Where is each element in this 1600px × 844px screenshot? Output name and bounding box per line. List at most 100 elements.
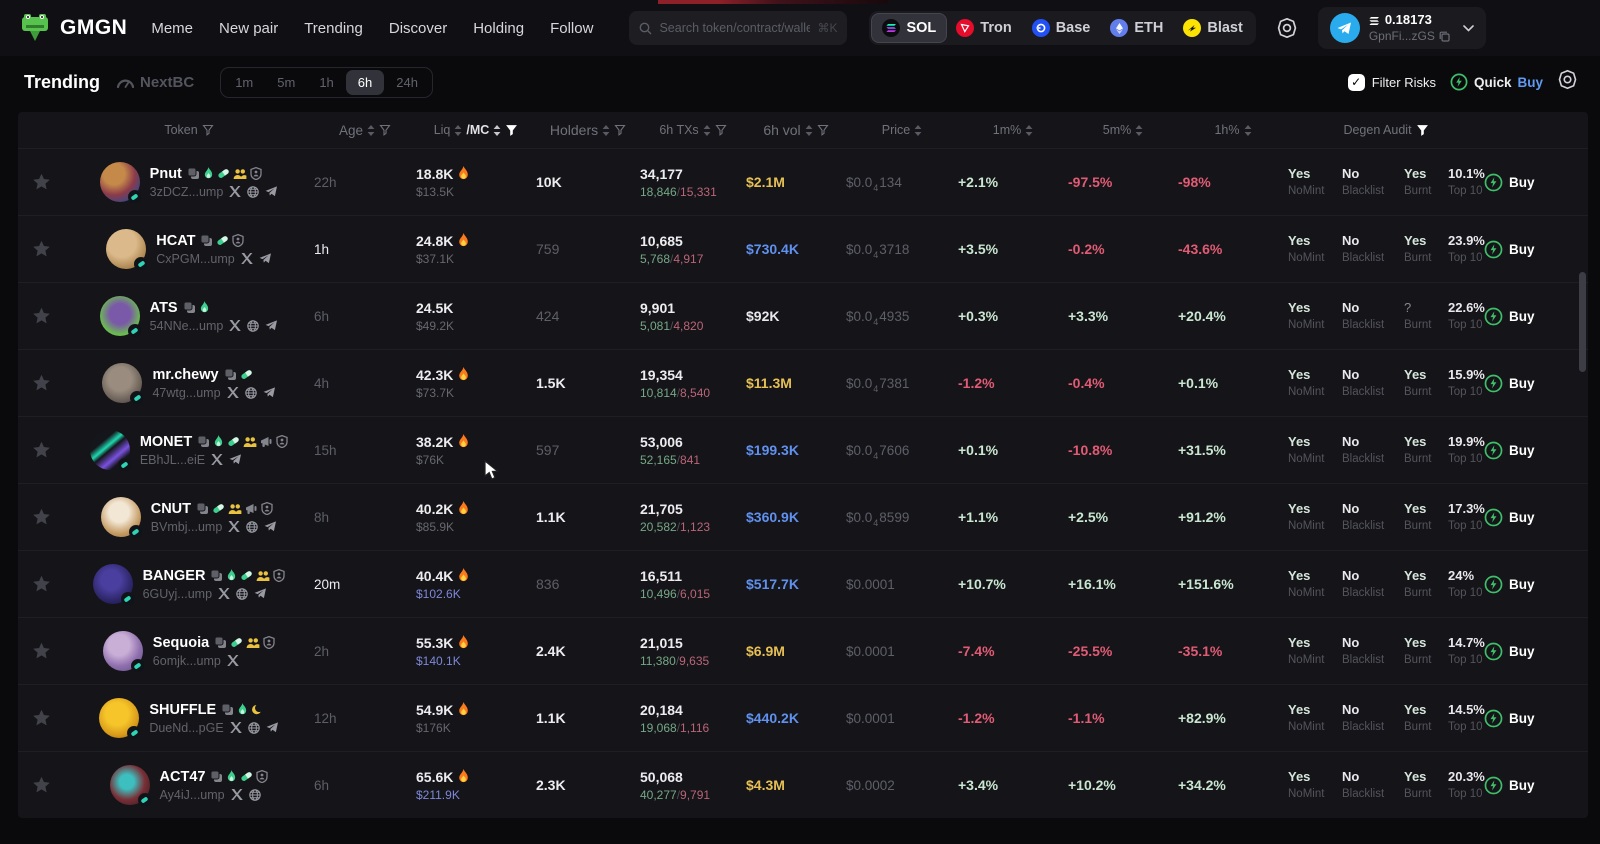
- x-icon[interactable]: [228, 521, 241, 532]
- telegram-icon[interactable]: [259, 253, 272, 264]
- globe-icon[interactable]: [247, 721, 260, 734]
- buy-button[interactable]: Buy: [1484, 776, 1535, 795]
- telegram-icon[interactable]: [229, 454, 242, 465]
- sort-icon[interactable]: [1135, 124, 1143, 136]
- favorite-star-icon[interactable]: [32, 709, 51, 727]
- token-name[interactable]: CNUT: [151, 501, 191, 517]
- sort-icon[interactable]: [367, 124, 375, 136]
- x-icon[interactable]: [230, 789, 243, 800]
- scrollbar-thumb[interactable]: [1579, 272, 1586, 372]
- favorite-star-icon[interactable]: [32, 374, 51, 392]
- token-avatar[interactable]: [106, 229, 149, 271]
- token-address[interactable]: 54NNe...ump: [150, 319, 224, 333]
- token-avatar[interactable]: [89, 430, 132, 472]
- gmgn-logo[interactable]: GMGN: [18, 13, 127, 43]
- filter-risks-toggle[interactable]: ✓ Filter Risks: [1347, 73, 1436, 91]
- telegram-icon[interactable]: [264, 521, 277, 532]
- nav-new-pair[interactable]: New pair: [219, 20, 278, 37]
- x-icon[interactable]: [240, 253, 253, 264]
- favorite-star-icon[interactable]: [32, 575, 51, 593]
- globe-icon[interactable]: [247, 185, 260, 198]
- buy-button[interactable]: Buy: [1484, 173, 1535, 192]
- time-1m[interactable]: 1m: [223, 70, 265, 95]
- chain-blast[interactable]: Blast: [1173, 14, 1252, 42]
- col-holders[interactable]: Holders: [536, 122, 640, 138]
- col-age[interactable]: Age: [314, 123, 416, 138]
- col-1h[interactable]: 1h%: [1178, 123, 1288, 137]
- col-5m[interactable]: 5m%: [1068, 123, 1178, 137]
- filter-funnel-icon[interactable]: [817, 124, 829, 136]
- sort-icon[interactable]: [703, 124, 711, 136]
- token-name[interactable]: MONET: [140, 434, 192, 450]
- token-address[interactable]: CxPGM...ump: [156, 252, 235, 266]
- x-icon[interactable]: [211, 454, 223, 465]
- filter-funnel-icon[interactable]: [715, 124, 727, 136]
- checkbox-checked-icon[interactable]: ✓: [1347, 73, 1365, 91]
- copy-address-icon[interactable]: [1439, 31, 1450, 42]
- sort-icon[interactable]: [805, 124, 813, 136]
- search-input[interactable]: Search token/contract/wallet ⌘K: [629, 11, 848, 45]
- token-avatar[interactable]: [109, 765, 152, 807]
- token-address[interactable]: BVmbj...ump: [151, 520, 223, 534]
- time-5m[interactable]: 5m: [265, 70, 307, 95]
- token-address[interactable]: 47wtg...ump: [152, 386, 220, 400]
- col-token[interactable]: Token: [64, 123, 314, 137]
- token-avatar[interactable]: [99, 698, 142, 740]
- sort-icon[interactable]: [914, 124, 922, 136]
- token-name[interactable]: HCAT: [156, 233, 195, 249]
- favorite-star-icon[interactable]: [32, 173, 51, 191]
- token-avatar[interactable]: [102, 363, 145, 405]
- sort-icon[interactable]: [454, 124, 462, 136]
- token-address[interactable]: Ay4iJ...ump: [160, 788, 225, 802]
- chevron-down-icon[interactable]: [1463, 21, 1474, 35]
- globe-icon[interactable]: [236, 587, 248, 600]
- buy-button[interactable]: Buy: [1484, 575, 1535, 594]
- favorite-star-icon[interactable]: [32, 642, 51, 660]
- token-avatar[interactable]: [99, 296, 142, 338]
- token-name[interactable]: Sequoia: [153, 635, 209, 651]
- x-icon[interactable]: [229, 320, 242, 331]
- quick-buy-button[interactable]: Quick Buy: [1450, 73, 1543, 91]
- filter-funnel-active-icon[interactable]: [505, 124, 518, 137]
- token-name[interactable]: BANGER: [143, 568, 206, 584]
- token-name[interactable]: SHUFFLE: [149, 702, 216, 718]
- filter-funnel-active-icon[interactable]: [1416, 124, 1429, 137]
- token-name[interactable]: Pnut: [150, 166, 182, 182]
- col-txs[interactable]: 6h TXs: [640, 123, 746, 137]
- token-address[interactable]: 6omjk...ump: [153, 654, 221, 668]
- buy-button[interactable]: Buy: [1484, 508, 1535, 527]
- token-avatar[interactable]: [100, 497, 143, 539]
- telegram-icon[interactable]: [265, 320, 278, 331]
- token-avatar[interactable]: [92, 564, 135, 606]
- telegram-icon[interactable]: [266, 722, 279, 733]
- scrollbar[interactable]: [1579, 272, 1586, 844]
- telegram-icon[interactable]: [265, 186, 278, 197]
- sort-icon[interactable]: [493, 124, 501, 136]
- sort-icon[interactable]: [1244, 124, 1252, 136]
- token-address[interactable]: EBhJL...eiE: [140, 453, 205, 467]
- favorite-star-icon[interactable]: [32, 307, 51, 325]
- token-address[interactable]: 3zDCZ...ump: [150, 185, 224, 199]
- buy-button[interactable]: Buy: [1484, 374, 1535, 393]
- chain-tron[interactable]: Tron: [946, 14, 1021, 42]
- wallet-widget[interactable]: 0.18173 GpnFi...zGS: [1317, 7, 1486, 49]
- filter-funnel-icon[interactable]: [379, 124, 391, 136]
- time-24h[interactable]: 24h: [384, 70, 430, 95]
- header-settings-button[interactable]: [1276, 17, 1298, 39]
- nav-holding[interactable]: Holding: [473, 20, 524, 37]
- x-icon[interactable]: [229, 722, 242, 733]
- time-1h[interactable]: 1h: [307, 70, 345, 95]
- quickbuy-settings-button[interactable]: [1557, 69, 1578, 95]
- token-address[interactable]: 6GUyj...ump: [143, 587, 212, 601]
- x-icon[interactable]: [229, 186, 242, 197]
- chain-eth[interactable]: ETH: [1100, 14, 1173, 42]
- nav-discover[interactable]: Discover: [389, 20, 447, 37]
- telegram-icon[interactable]: [254, 588, 267, 599]
- globe-icon[interactable]: [248, 788, 261, 801]
- token-avatar[interactable]: [102, 631, 145, 673]
- globe-icon[interactable]: [246, 520, 259, 533]
- nav-meme[interactable]: Meme: [151, 20, 193, 37]
- favorite-star-icon[interactable]: [32, 508, 51, 526]
- buy-button[interactable]: Buy: [1484, 642, 1535, 661]
- token-name[interactable]: mr.chewy: [152, 367, 218, 383]
